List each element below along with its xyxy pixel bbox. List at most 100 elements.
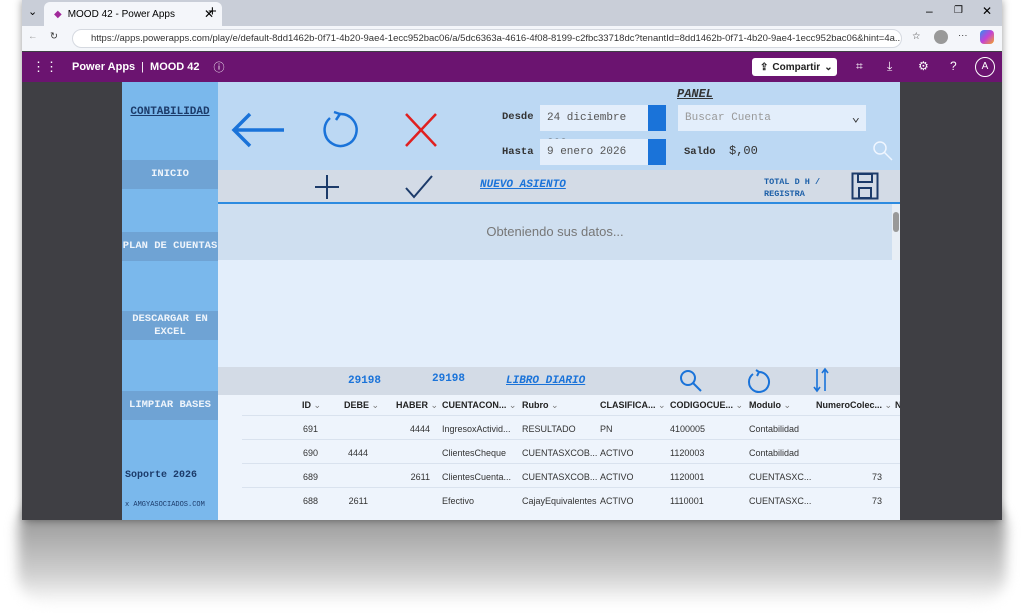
table-cell[interactable]: 2611	[411, 472, 430, 482]
table-cell[interactable]: CUENTASXC...	[749, 472, 811, 482]
sidebar-item-limpiar-bases[interactable]: LIMPIAR BASES	[122, 391, 218, 420]
column-header[interactable]: N	[895, 400, 900, 410]
save-icon[interactable]	[851, 172, 879, 200]
table-cell[interactable]: 4444	[410, 424, 430, 434]
column-header-label: Modulo	[749, 400, 781, 410]
more-icon[interactable]: ···	[958, 30, 968, 41]
column-header[interactable]: HABER ⌄	[396, 400, 438, 411]
column-header[interactable]: CLASIFICA... ⌄	[600, 400, 666, 411]
sidebar-item-plan-de-cuentas[interactable]: PLAN DE CUENTAS	[122, 232, 218, 261]
table-cell[interactable]: RESULTADO	[522, 424, 576, 434]
info-icon[interactable]: ⓘ	[214, 59, 225, 75]
table-cell[interactable]: CUENTASXCOB...	[522, 448, 597, 458]
count-haber: 29198	[432, 373, 466, 385]
table-cell[interactable]: PN	[600, 424, 613, 434]
column-header[interactable]: CUENTACON... ⌄	[442, 400, 516, 411]
table-cell[interactable]: 689	[303, 472, 318, 482]
table-cell[interactable]: ACTIVO	[600, 472, 634, 482]
column-header[interactable]: Rubro ⌄	[522, 400, 559, 411]
table-cell[interactable]: ClientesCheque	[442, 448, 506, 458]
table-cell[interactable]: 4100005	[670, 424, 705, 434]
column-header[interactable]: NumeroColec... ⌄	[816, 400, 892, 411]
refresh-icon[interactable]	[318, 108, 362, 152]
app-name: Power Apps	[72, 61, 136, 73]
hasta-date-input[interactable]: 9 enero 2026	[540, 139, 648, 165]
tab-list-chevron-icon[interactable]: ⌄	[28, 5, 37, 18]
table-cell[interactable]: 2611	[349, 496, 368, 506]
search-icon[interactable]	[872, 140, 894, 162]
column-header-label: CODIGOCUE...	[670, 400, 734, 410]
reload-icon[interactable]: ↻	[50, 31, 58, 42]
table-cell[interactable]: Contabilidad	[749, 424, 799, 434]
table-cell[interactable]: CUENTASXCOB...	[522, 472, 597, 482]
restore-icon[interactable]: ❐	[954, 5, 963, 16]
search-icon[interactable]	[679, 369, 703, 393]
sidebar-item-descargar-excel[interactable]: DESCARGAR EN EXCEL	[122, 311, 218, 340]
sidebar-item-inicio[interactable]: INICIO	[122, 160, 218, 189]
add-icon[interactable]	[314, 174, 340, 200]
powerapps-header: ⋮⋮ Power Apps | MOOD 42 ⓘ ⇪ Compartir ⌄ ⌗ …	[22, 52, 1002, 82]
confirm-check-icon[interactable]	[404, 174, 434, 200]
profile-icon[interactable]	[934, 30, 948, 44]
fit-screen-icon[interactable]: ⌗	[856, 59, 863, 74]
table-cell[interactable]: CajayEquivalentes	[522, 496, 597, 506]
table-cell[interactable]: 1120001	[670, 472, 704, 482]
help-icon[interactable]: ?	[950, 59, 957, 73]
row-divider	[242, 463, 900, 464]
account-search-dropdown[interactable]: Buscar Cuenta ⌄	[678, 105, 866, 131]
libro-diario-link[interactable]: LIBRO DIARIO	[506, 375, 585, 387]
chevron-down-icon: ⌄	[884, 400, 893, 410]
hasta-calendar-icon[interactable]	[648, 139, 666, 165]
settings-icon[interactable]: ⚙	[918, 59, 929, 73]
url-field[interactable]: https://apps.powerapps.com/play/e/defaul…	[72, 29, 902, 48]
column-header-label: DEBE	[344, 400, 370, 410]
table-cell[interactable]: ClientesCuenta...	[442, 472, 511, 482]
new-tab-icon[interactable]: +	[208, 3, 217, 20]
table-cell[interactable]: 1110001	[670, 496, 704, 506]
powerapps-logo-icon: ◆	[54, 8, 62, 20]
refresh-icon[interactable]	[747, 368, 771, 394]
table-cell[interactable]: 4444	[348, 448, 368, 458]
column-header[interactable]: DEBE ⌄	[344, 400, 379, 411]
table-cell[interactable]: CUENTASXC...	[749, 496, 811, 506]
avatar[interactable]: A	[975, 57, 995, 77]
sort-icon[interactable]	[813, 367, 829, 393]
chevron-down-icon: ⌄	[371, 400, 380, 410]
table-cell[interactable]: 690	[303, 448, 318, 458]
row-divider	[242, 415, 900, 416]
column-header[interactable]: ID ⌄	[302, 400, 321, 411]
favorites-icon[interactable]: ☆	[912, 31, 921, 42]
chevron-down-icon: ⌄	[508, 400, 517, 410]
copilot-icon[interactable]	[980, 30, 994, 44]
download-icon[interactable]: ⤓	[887, 59, 892, 74]
chevron-down-icon: ⌄	[658, 400, 666, 410]
back-icon[interactable]: ←	[28, 31, 38, 42]
close-window-icon[interactable]: ✕	[982, 4, 992, 18]
desde-date-input[interactable]: 24 diciembre 202	[540, 105, 648, 150]
table-cell[interactable]: 73	[872, 496, 882, 506]
new-entry-link[interactable]: NUEVO ASIENTO	[480, 179, 566, 191]
table-cell[interactable]: ACTIVO	[600, 448, 634, 458]
column-header[interactable]: CODIGOCUE... ⌄	[670, 400, 743, 411]
desde-calendar-icon[interactable]	[648, 105, 666, 131]
share-button[interactable]: ⇪ Compartir ⌄	[752, 58, 837, 76]
table-cell[interactable]: 1120003	[670, 448, 704, 458]
table-cell[interactable]: IngresoxActivid...	[442, 424, 511, 434]
app-launcher-icon[interactable]: ⋮⋮	[32, 59, 58, 75]
chevron-down-icon: ⌄	[783, 400, 792, 410]
table-cell[interactable]: ACTIVO	[600, 496, 634, 506]
table-cell[interactable]: 691	[303, 424, 318, 434]
table-cell[interactable]: Efectivo	[442, 496, 474, 506]
sidebar-title[interactable]: CONTABILIDAD	[122, 106, 218, 118]
chevron-down-icon: ⌄	[313, 400, 322, 410]
minimize-icon[interactable]: –	[926, 4, 933, 18]
back-arrow-icon[interactable]	[228, 110, 288, 150]
browser-tab[interactable]: ◆ MOOD 42 - Power Apps ✕	[44, 2, 222, 26]
table-cell[interactable]: Contabilidad	[749, 448, 799, 458]
table-cell[interactable]: 688	[303, 496, 318, 506]
cancel-icon[interactable]	[404, 112, 438, 148]
gallery-scrollbar[interactable]	[892, 204, 900, 260]
address-bar: ← ↻ https://apps.powerapps.com/play/e/de…	[22, 26, 1002, 51]
table-cell[interactable]: 73	[872, 472, 882, 482]
column-header[interactable]: Modulo ⌄	[749, 400, 791, 411]
